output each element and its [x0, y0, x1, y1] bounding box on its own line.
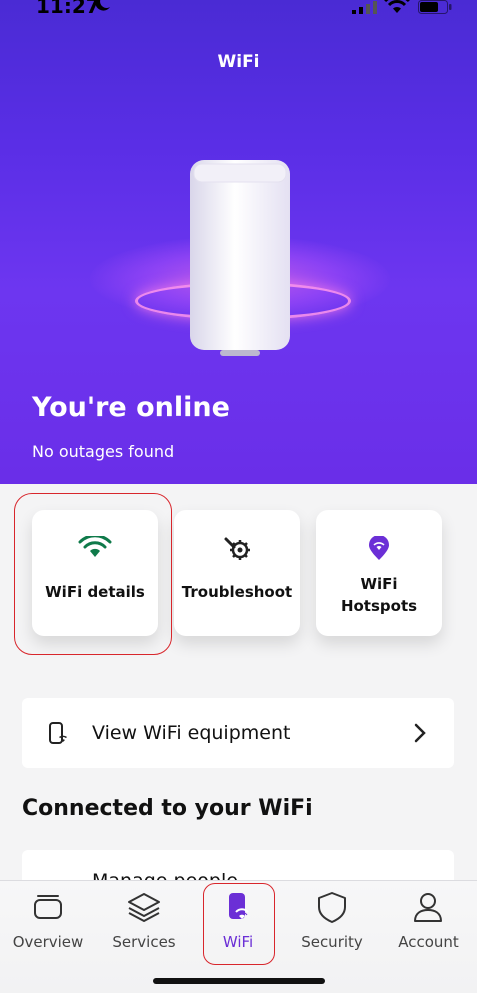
- view-wifi-equipment-row[interactable]: View WiFi equipment: [22, 698, 454, 768]
- signal-icon: [352, 1, 377, 14]
- wrench-gear-icon: [224, 537, 250, 560]
- wifi-hotspots-tile[interactable]: WiFi Hotspots: [316, 510, 442, 636]
- tab-overview[interactable]: Overview: [0, 881, 96, 971]
- status-bar: 11:27: [0, 0, 477, 24]
- battery-icon: [418, 0, 452, 14]
- moon-icon: [95, 0, 110, 11]
- chevron-right-icon: [414, 723, 426, 743]
- tab-overview-label: Overview: [12, 933, 84, 951]
- tab-services-label: Services: [112, 933, 176, 951]
- overview-icon: [34, 895, 62, 919]
- home-indicator[interactable]: [153, 978, 325, 984]
- location-wifi-icon: [369, 536, 389, 560]
- layers-icon: [128, 893, 160, 922]
- hero-banner: 11:27 WiFi You're online No outages foun…: [0, 0, 477, 484]
- equipment-label: View WiFi equipment: [92, 722, 291, 744]
- shield-icon: [318, 892, 346, 923]
- tab-account-label: Account: [398, 933, 459, 951]
- tab-highlight-outline: [203, 883, 275, 965]
- online-heading: You're online: [32, 392, 230, 423]
- phone-wifi-icon: [49, 722, 67, 744]
- tab-security-label: Security: [301, 933, 363, 951]
- wifi-hotspots-label-1: WiFi: [360, 575, 398, 593]
- highlight-outline: [14, 493, 172, 655]
- wifi-hotspots-label-2: Hotspots: [340, 597, 418, 615]
- troubleshoot-tile[interactable]: Troubleshoot: [174, 510, 300, 636]
- status-time: 11:27: [36, 0, 100, 18]
- tab-services[interactable]: Services: [96, 881, 192, 971]
- wifi-status-icon: [384, 0, 410, 13]
- page-title: WiFi: [217, 52, 260, 72]
- outage-status: No outages found: [32, 442, 175, 461]
- router-image: [190, 160, 290, 356]
- connected-heading: Connected to your WiFi: [22, 796, 313, 821]
- person-icon: [414, 893, 442, 922]
- tab-security[interactable]: Security: [284, 881, 380, 971]
- tab-account[interactable]: Account: [380, 881, 477, 971]
- troubleshoot-label: Troubleshoot: [181, 583, 293, 601]
